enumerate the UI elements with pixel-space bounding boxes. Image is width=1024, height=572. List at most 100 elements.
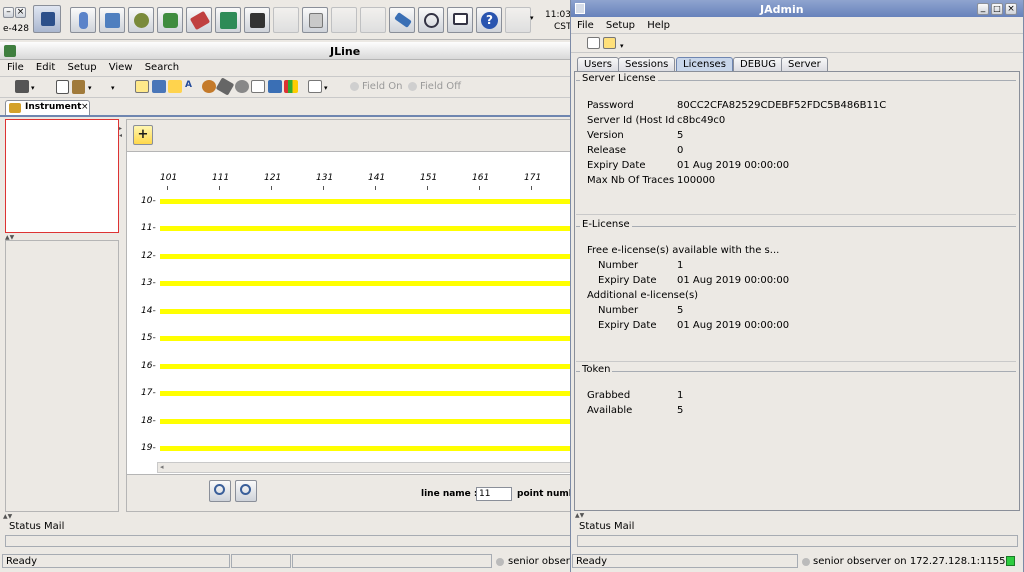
copy-icon[interactable] [56,80,69,94]
text-tool-icon[interactable]: A [185,80,199,93]
jline-menu-view[interactable]: View [109,62,133,73]
left-preview-panel [5,119,119,233]
horizontal-scrollbar[interactable]: ◂ [157,462,572,473]
close-button[interactable]: × [15,7,26,18]
jline-menubar: File Edit Setup View Search [7,62,188,73]
online-indicator-icon [1006,556,1015,566]
jadmin-connection-icon [802,558,810,566]
tab-sessions[interactable]: Sessions [618,57,676,71]
close-tab-icon[interactable]: × [81,102,89,112]
line-bar[interactable] [160,254,573,259]
column-label: 171 [524,173,542,183]
jadmin-toolbar [571,33,1023,53]
print-icon[interactable] [15,80,29,93]
tab-users[interactable]: Users [577,57,620,71]
jadmin-minimize-button[interactable]: _ [977,3,989,15]
launcher-dropdown-icon[interactable]: ▾ [530,14,534,22]
line-bar[interactable] [160,391,573,396]
instrument-tab[interactable]: Instrument × [5,100,90,115]
tab-licenses[interactable]: Licenses [676,57,733,71]
line-bar[interactable] [160,364,573,369]
column-label: 141 [368,173,386,183]
grid-tool-icon[interactable] [99,7,125,33]
scroll-left-icon[interactable]: ◂ [160,463,164,471]
window-config-icon[interactable] [603,37,616,49]
vertical-splitter[interactable]: ▸ ◂ [119,119,125,512]
minimize-button[interactable]: – [3,7,14,18]
gears-icon[interactable] [128,7,154,33]
jline-menu-edit[interactable]: Edit [36,62,55,73]
line-bar[interactable] [160,226,573,231]
tag-icon[interactable] [152,80,166,93]
field-off-radio-icon [408,82,417,91]
jline-menu-search[interactable]: Search [145,62,179,73]
version-value: 5 [677,130,684,141]
cube-icon[interactable] [244,7,270,33]
tab-server[interactable]: Server [781,57,828,71]
swap-icon[interactable] [202,80,216,93]
max-icon[interactable] [251,80,265,93]
row-label: 12- [141,251,156,261]
jline-status-spacer [292,554,492,568]
paste-dropdown-icon[interactable]: ▾ [88,84,92,92]
jadmin-title: JAdmin [760,3,804,16]
jline-bottom-splitter[interactable]: ▲▼ [3,513,12,520]
list-view-icon[interactable] [308,80,322,93]
insert-icon[interactable] [168,80,182,93]
paste-icon[interactable] [72,80,85,94]
add-button[interactable]: + [133,125,153,145]
settings-icon[interactable] [235,80,249,93]
print-dropdown-icon[interactable]: ▾ [31,84,35,92]
row-label: 15- [141,333,156,343]
line-bar[interactable] [160,309,573,314]
grabbed-key: Grabbed [587,390,631,401]
line-bar[interactable] [160,419,573,424]
list-view-dropdown-icon[interactable]: ▾ [324,84,328,92]
misc-dropdown-icon[interactable]: ▾ [111,84,115,92]
available-key: Available [587,405,633,416]
row-label: 19- [141,443,156,453]
line-bar[interactable] [160,199,573,204]
jline-menu-setup[interactable]: Setup [67,62,96,73]
jline-app-icon [4,45,16,57]
jadmin-menu-setup[interactable]: Setup [606,20,635,31]
jline-status-mail-label: Status Mail [9,521,65,532]
jadmin-maximize-button[interactable]: □ [991,3,1003,15]
release-value: 0 [677,145,684,156]
zoom-in-button[interactable] [235,480,257,502]
column-label: 161 [472,173,490,183]
satellite-icon[interactable] [389,7,415,33]
jline-menu-file[interactable]: File [7,62,24,73]
jline-status-spacer [231,554,291,568]
notes-icon[interactable] [302,7,328,33]
line-bar[interactable] [160,446,573,451]
network-icon[interactable] [33,5,61,33]
database-icon[interactable] [70,7,96,33]
chart-icon[interactable] [284,80,298,93]
line-bar[interactable] [160,336,573,341]
free-expiry-value: 01 Aug 2019 00:00:00 [677,275,790,286]
line-bar[interactable] [160,281,573,286]
table-icon[interactable] [135,80,149,93]
server-id-value: c8bc49c0 [677,115,726,126]
list-config-icon[interactable] [587,37,600,49]
map-icon[interactable] [215,7,241,33]
tools-icon[interactable] [186,7,212,33]
help-icon[interactable]: ? [476,7,502,33]
money-icon[interactable] [157,7,183,33]
config-dropdown-icon[interactable]: ▾ [620,42,624,50]
token-title: Token [580,364,613,375]
jadmin-menu-file[interactable]: File [577,20,594,31]
tab-divider [0,115,572,117]
jadmin-close-button[interactable]: × [1005,3,1017,15]
expiry-date-value: 01 Aug 2019 00:00:00 [677,160,790,171]
jadmin-bottom-splitter[interactable]: ▲▼ [575,512,584,519]
jline-connection-icon [496,558,504,566]
zoom-out-button[interactable] [209,480,231,502]
tab-debug[interactable]: DEBUG [733,57,783,71]
line-name-input[interactable] [476,487,512,501]
window-icon[interactable] [418,7,444,33]
jadmin-menu-help[interactable]: Help [647,20,670,31]
sort-icon[interactable] [268,80,282,93]
monitor-icon[interactable] [447,7,473,33]
